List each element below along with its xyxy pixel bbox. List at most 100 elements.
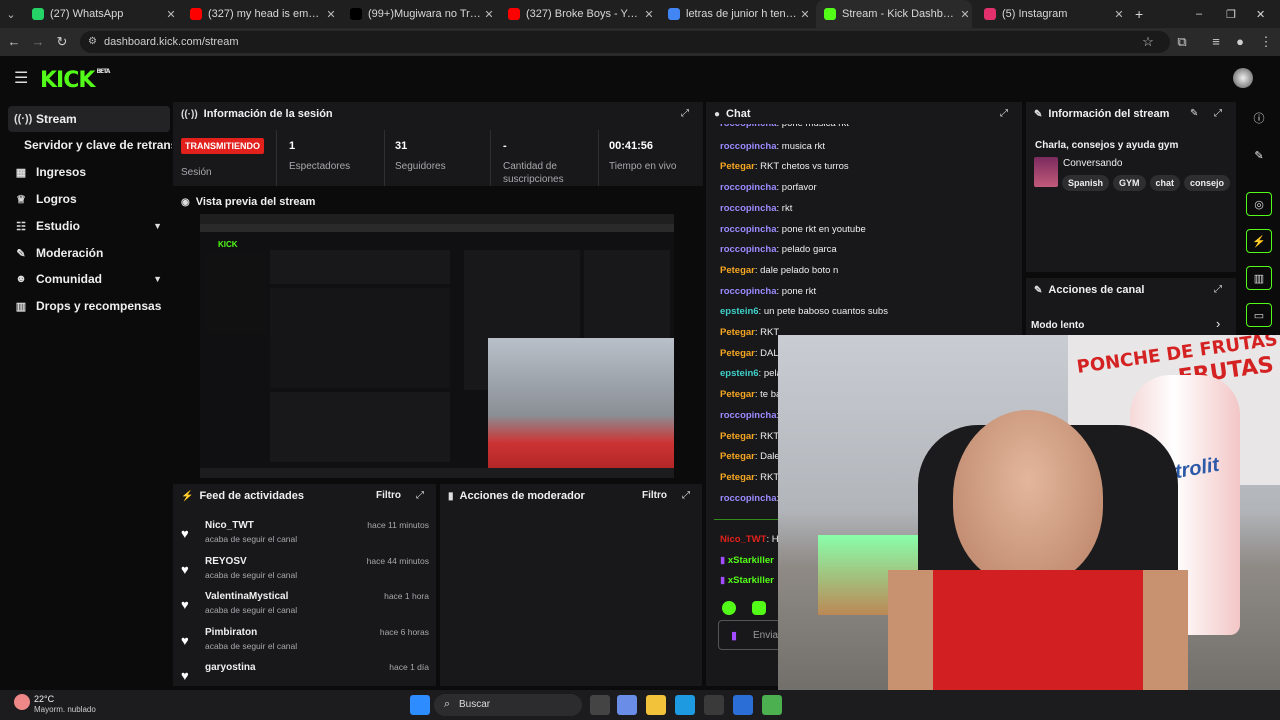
browser-tab[interactable]: (99+)Mugiwara no Trainer (@ai✕ <box>342 0 496 28</box>
broadcast-icon: ((·)) <box>14 113 33 125</box>
browser-tab[interactable]: (327) my head is empty, mirand✕ <box>182 0 338 28</box>
mod-filter-button[interactable]: Filtro <box>642 490 667 501</box>
chat-username[interactable]: roccopincha <box>720 141 777 152</box>
feed-user[interactable]: ValentinaMystical <box>205 591 288 602</box>
close-tab-icon[interactable]: ✕ <box>958 8 972 21</box>
chat-username[interactable]: Petegar <box>720 327 755 338</box>
target-icon[interactable]: ◎ <box>1246 192 1272 216</box>
media-icon[interactable]: ≡ <box>1208 34 1224 49</box>
browser-tab[interactable]: (5) Instagram ✕ <box>976 0 1126 28</box>
chevron-right-icon[interactable]: › <box>1216 316 1220 331</box>
chat-username[interactable]: Petegar <box>720 431 755 442</box>
chat-username[interactable]: Petegar <box>720 265 755 276</box>
forward-icon[interactable]: → <box>30 34 46 49</box>
emote-icon[interactable] <box>752 601 766 615</box>
sidebar-item-drops[interactable]: ▥ Drops y recompensas <box>8 293 170 319</box>
chat-text: un pete baboso cuantos subs <box>763 306 888 318</box>
reload-icon[interactable]: ↻ <box>54 34 70 50</box>
bookmark-star-icon[interactable]: ☆ <box>1140 34 1156 50</box>
browser-tab[interactable]: (27) WhatsApp ✕ <box>24 0 178 28</box>
chat-username[interactable]: epstein6 <box>720 306 759 317</box>
chat-username[interactable]: roccopincha <box>720 286 777 297</box>
sidebar-item-server-key[interactable]: Servidor y clave de retransm <box>8 132 172 158</box>
url-input[interactable]: ⚙ dashboard.kick.com/stream <box>80 31 1170 53</box>
expand-icon[interactable]: ⤢ <box>1214 108 1222 119</box>
sidebar-item-ingresos[interactable]: ▦ Ingresos <box>8 159 170 185</box>
edge-icon[interactable] <box>675 695 695 715</box>
sidebar-item-comunidad[interactable]: ☻ Comunidad ▼ <box>8 266 170 292</box>
close-tab-icon[interactable]: ✕ <box>798 8 812 21</box>
mail-icon[interactable] <box>733 695 753 715</box>
feed-user[interactable]: Nico_TWT <box>205 520 254 531</box>
chat-username[interactable]: roccopincha <box>720 203 777 214</box>
chat-username[interactable]: xStarkiller <box>728 575 774 586</box>
chat-username[interactable]: Petegar <box>720 348 755 359</box>
chat-username[interactable]: roccopincha <box>720 182 777 193</box>
sidebar-item-estudio[interactable]: ☷ Estudio ▼ <box>8 213 170 239</box>
browser-tab[interactable]: Stream - Kick Dashboard ✕ <box>816 0 972 28</box>
feed-user[interactable]: garyostina <box>205 662 256 673</box>
chat-username[interactable]: Petegar <box>720 389 755 400</box>
kick-logo[interactable]: KICK BETA <box>40 68 110 93</box>
profile-icon[interactable]: ● <box>1232 34 1248 49</box>
close-tab-icon[interactable]: ✕ <box>1112 8 1126 21</box>
pencil-icon[interactable]: ✎ <box>1246 143 1272 167</box>
back-icon[interactable]: ← <box>6 34 22 49</box>
session-info-panel: ((·)) Información de la sesión ⤢ TRANSMIT… <box>173 102 703 186</box>
expand-icon[interactable]: ⤢ <box>1214 284 1222 295</box>
chat-username[interactable]: roccopincha <box>720 410 777 421</box>
taskbar-search[interactable]: ⌕ Buscar <box>434 694 582 716</box>
chat-username[interactable]: Petegar <box>720 451 755 462</box>
browser-tab[interactable]: (327) Broke Boys - YouTube✕ <box>500 0 656 28</box>
close-tab-icon[interactable]: ✕ <box>642 8 656 21</box>
sidebar-item-logros[interactable]: ♕ Logros <box>8 186 170 212</box>
chat-username[interactable]: Petegar <box>720 161 755 172</box>
expand-icon[interactable]: ⤢ <box>416 490 424 501</box>
expand-icon[interactable]: ⤢ <box>682 490 690 501</box>
extensions-icon[interactable]: ⧉ <box>1174 34 1190 50</box>
edit-icon[interactable]: ✎ <box>1190 108 1198 119</box>
shield-icon: ▮ <box>448 490 454 502</box>
copilot-icon[interactable] <box>617 695 637 715</box>
maximize-button[interactable]: ❐ <box>1226 0 1246 28</box>
feed-user[interactable]: Pimbiraton <box>205 627 257 638</box>
new-tab-button[interactable]: + <box>1135 0 1155 28</box>
close-tab-icon[interactable]: ✕ <box>324 8 338 21</box>
close-tab-icon[interactable]: ✕ <box>482 8 496 21</box>
chat-username[interactable]: roccopincha <box>720 244 777 255</box>
close-tab-icon[interactable]: ✕ <box>164 8 178 21</box>
stream-preview-video[interactable]: KICK <box>200 214 674 478</box>
slow-mode-label[interactable]: Modo lento <box>1031 320 1084 331</box>
sidebar-item-moderacion[interactable]: ✎ Moderación <box>8 240 170 266</box>
sidebar-item-stream[interactable]: ((·)) Stream <box>8 106 170 132</box>
panel-icon[interactable]: ▥ <box>1246 266 1272 290</box>
file-explorer-icon[interactable] <box>646 695 666 715</box>
store-icon[interactable] <box>704 695 724 715</box>
feed-user[interactable]: REYOSV <box>205 556 247 567</box>
emote-icon[interactable] <box>722 601 736 615</box>
bolt-icon[interactable]: ⚡ <box>1246 229 1272 253</box>
tab-list-button[interactable]: ⌄ <box>4 0 24 28</box>
minimize-button[interactable]: – <box>1196 0 1216 28</box>
chat-username[interactable]: Nico_TWT <box>720 534 766 545</box>
task-view-icon[interactable] <box>590 695 610 715</box>
chrome-icon[interactable] <box>762 695 782 715</box>
chat-username[interactable]: roccopincha <box>720 493 777 504</box>
expand-icon[interactable]: ⤢ <box>681 108 689 119</box>
chat-username[interactable]: Petegar <box>720 472 755 483</box>
site-info-icon[interactable]: ⚙ <box>88 31 97 53</box>
close-window-button[interactable]: ✕ <box>1256 0 1276 28</box>
menu-dots-icon[interactable]: ⋮ <box>1258 34 1274 50</box>
windows-start-icon[interactable] <box>410 695 430 715</box>
feed-filter-button[interactable]: Filtro <box>376 490 401 501</box>
avatar[interactable] <box>1233 68 1253 88</box>
expand-icon[interactable]: ⤢ <box>1000 108 1008 119</box>
browser-tab[interactable]: letras de junior h tengo motivo✕ <box>660 0 812 28</box>
chat-icon[interactable]: ▭ <box>1246 303 1272 327</box>
info-icon[interactable]: ⓘ <box>1246 106 1272 130</box>
tab-title: letras de junior h tengo motivo <box>686 8 798 20</box>
chat-username[interactable]: xStarkiller <box>728 555 774 566</box>
chat-username[interactable]: roccopincha <box>720 224 777 235</box>
chat-username[interactable]: epstein6 <box>720 368 759 379</box>
hamburger-icon[interactable]: ☰ <box>14 68 28 88</box>
